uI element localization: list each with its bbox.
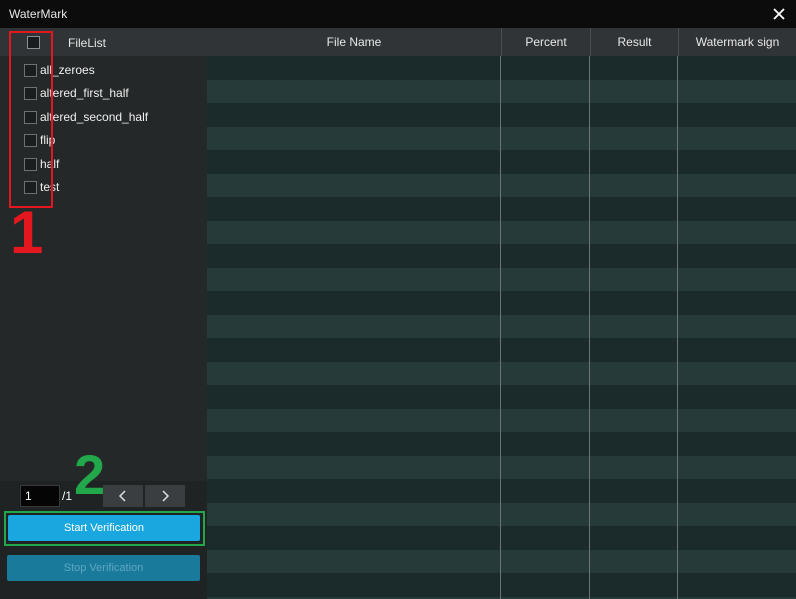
column-header-file-name[interactable]: File Name <box>207 28 501 56</box>
start-verification-button[interactable]: Start Verification <box>8 515 200 541</box>
table-row[interactable] <box>207 291 796 315</box>
table-row[interactable] <box>207 197 796 221</box>
table-row[interactable] <box>207 267 796 291</box>
table-row[interactable] <box>207 385 796 409</box>
table-row[interactable] <box>207 361 796 385</box>
annotation-number-2: 2 <box>74 443 106 506</box>
table-row[interactable] <box>207 526 796 550</box>
table-row[interactable] <box>207 220 796 244</box>
chevron-left-icon <box>118 490 126 502</box>
table-row[interactable] <box>207 150 796 174</box>
column-line <box>677 56 678 599</box>
table-row[interactable] <box>207 103 796 127</box>
table-row[interactable] <box>207 408 796 432</box>
watermark-window: WaterMark FileList all_zeroes altered_fi… <box>0 0 796 599</box>
table-row[interactable] <box>207 173 796 197</box>
column-line <box>589 56 590 599</box>
column-header-percent[interactable]: Percent <box>502 28 590 56</box>
next-page-button[interactable] <box>145 485 185 507</box>
table-row[interactable] <box>207 432 796 456</box>
table-row[interactable] <box>207 79 796 103</box>
file-name-label: altered_second_half <box>40 110 149 124</box>
results-table: File Name Percent Result Watermark sign <box>207 28 796 599</box>
table-body <box>207 56 796 599</box>
close-icon[interactable] <box>771 4 787 22</box>
page-total-label: /1 <box>62 489 73 503</box>
table-row[interactable] <box>207 338 796 362</box>
column-line <box>500 56 501 599</box>
column-header-watermark-sign[interactable]: Watermark sign <box>679 28 796 56</box>
annotation-box-1 <box>9 31 53 208</box>
column-header-result[interactable]: Result <box>591 28 678 56</box>
page-number-input[interactable] <box>20 485 60 507</box>
chevron-right-icon <box>162 490 170 502</box>
window-title: WaterMark <box>9 7 68 21</box>
annotation-number-1: 1 <box>10 199 44 266</box>
file-name-label: altered_first_half <box>40 86 129 100</box>
table-row[interactable] <box>207 479 796 503</box>
prev-page-button[interactable] <box>103 485 143 507</box>
table-row[interactable] <box>207 549 796 573</box>
table-header: File Name Percent Result Watermark sign <box>207 28 796 56</box>
file-list-header-label: FileList <box>68 36 107 50</box>
table-row[interactable] <box>207 314 796 338</box>
stop-verification-button[interactable]: Stop Verification <box>7 555 200 581</box>
table-row[interactable] <box>207 244 796 268</box>
table-row[interactable] <box>207 573 796 597</box>
title-bar: WaterMark <box>0 0 796 28</box>
table-row[interactable] <box>207 126 796 150</box>
table-row[interactable] <box>207 455 796 479</box>
table-row[interactable] <box>207 56 796 80</box>
table-row[interactable] <box>207 502 796 526</box>
